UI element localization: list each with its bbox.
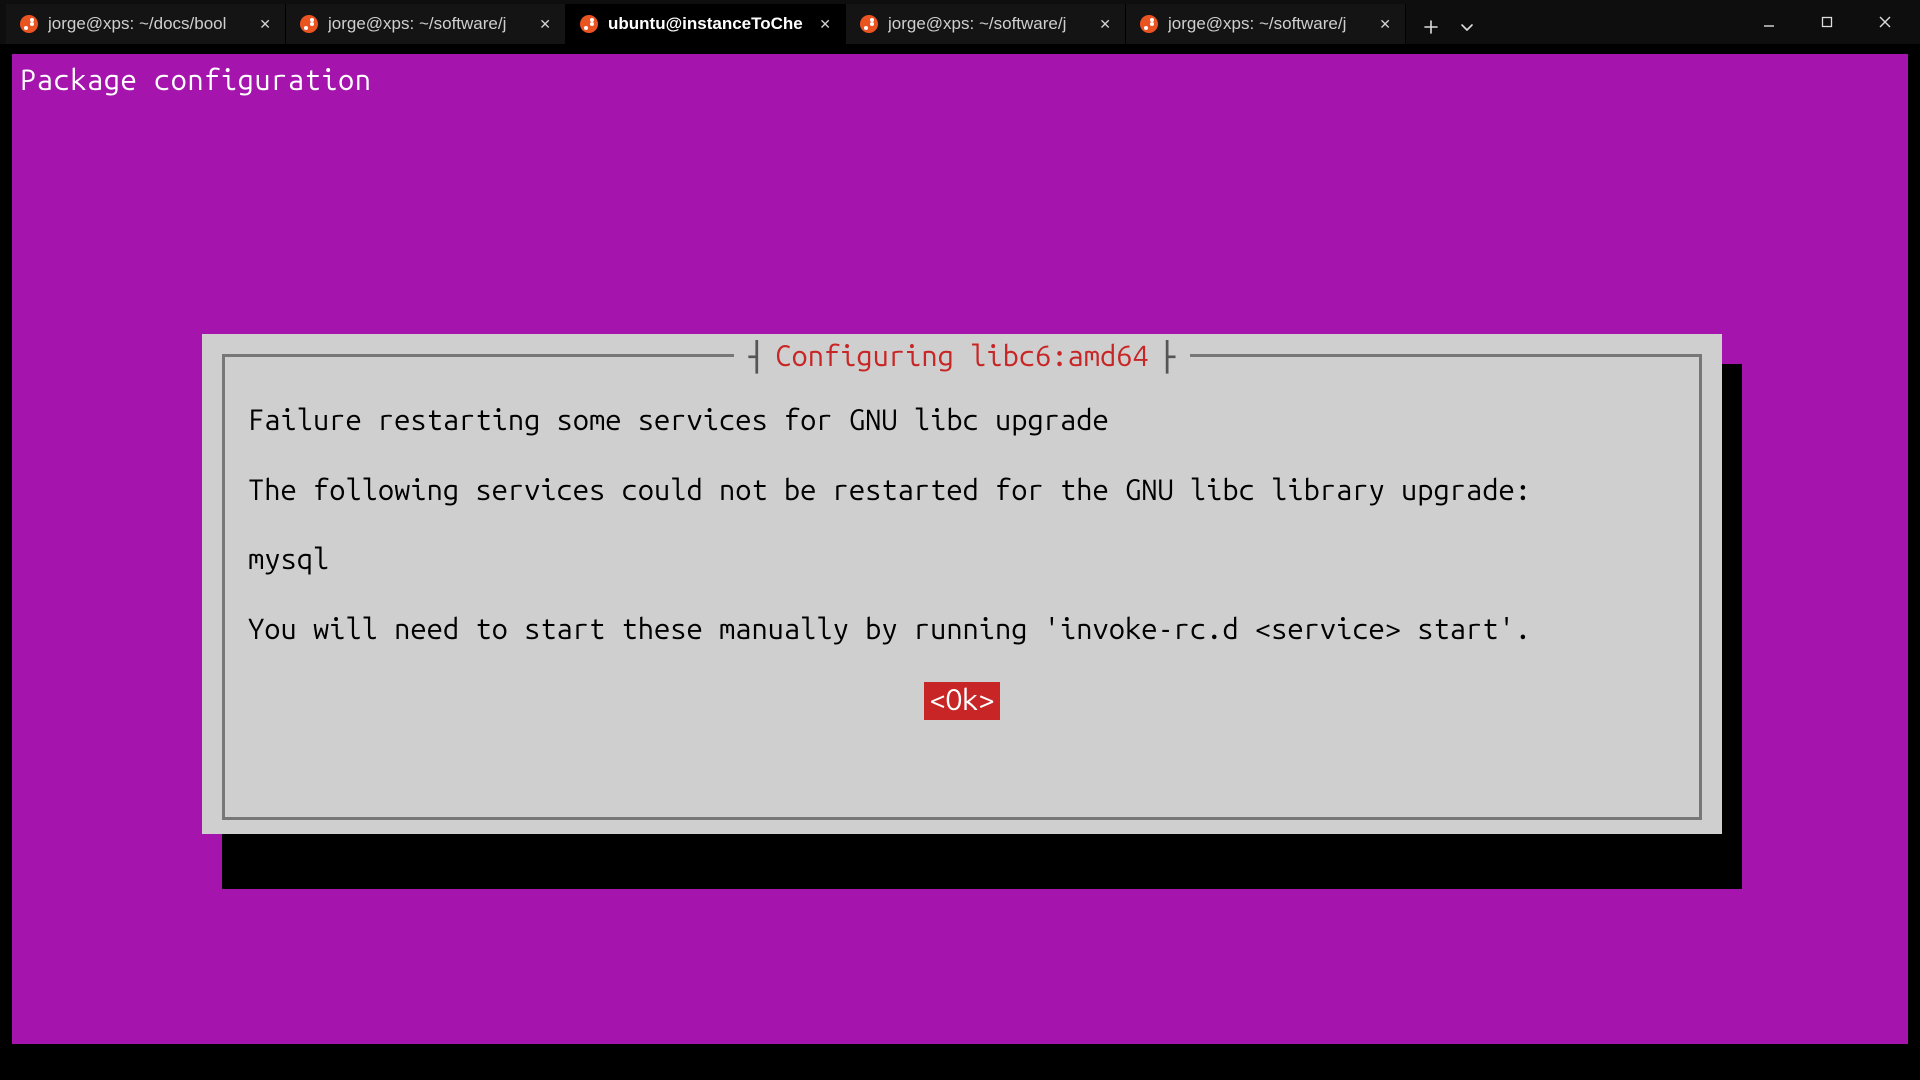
taskbar (0, 1056, 1920, 1080)
tab-dropdown-button[interactable] (1450, 10, 1484, 44)
ok-button[interactable]: <Ok> (924, 682, 1001, 720)
dialog-body: Failure restarting some services for GNU… (248, 402, 1676, 681)
window-controls (1740, 0, 1914, 44)
config-dialog: ┤ Configuring libc6:amd64 ├ Failure rest… (202, 334, 1722, 834)
dialog-line-2: mysql (248, 541, 1676, 579)
close-icon[interactable]: ✕ (259, 16, 271, 33)
ubuntu-icon (20, 15, 38, 33)
dialog-border-left (222, 356, 225, 820)
ubuntu-icon (1140, 15, 1158, 33)
dialog-title-text: Configuring libc6:amd64 (775, 338, 1149, 376)
tab-strip: jorge@xps: ~/docs/bool ✕ jorge@xps: ~/so… (6, 0, 1740, 44)
tab-1[interactable]: jorge@xps: ~/software/j ✕ (286, 4, 566, 44)
new-tab-button[interactable] (1414, 10, 1448, 44)
tab-title: ubuntu@instanceToChe (608, 14, 809, 34)
close-icon[interactable]: ✕ (1379, 16, 1391, 33)
tab-0[interactable]: jorge@xps: ~/docs/bool ✕ (6, 4, 286, 44)
dialog-title-wrap: ┤ Configuring libc6:amd64 ├ (202, 338, 1722, 376)
tab-4[interactable]: jorge@xps: ~/software/j ✕ (1126, 4, 1406, 44)
title-bracket-left: ┤ (748, 342, 765, 372)
dialog-title: ┤ Configuring libc6:amd64 ├ (734, 338, 1189, 376)
close-icon[interactable]: ✕ (539, 16, 551, 33)
tab-controls (1406, 10, 1484, 44)
tab-title: jorge@xps: ~/software/j (328, 14, 529, 34)
dialog-line-0: Failure restarting some services for GNU… (248, 402, 1676, 440)
close-window-button[interactable] (1856, 0, 1914, 44)
maximize-button[interactable] (1798, 0, 1856, 44)
ubuntu-icon (580, 15, 598, 33)
terminal-surface[interactable]: Package configuration ┤ Configuring libc… (12, 54, 1908, 1044)
tab-2[interactable]: ubuntu@instanceToChe ✕ (566, 4, 846, 44)
minimize-button[interactable] (1740, 0, 1798, 44)
tab-title: jorge@xps: ~/software/j (1168, 14, 1369, 34)
terminal-viewport: Package configuration ┤ Configuring libc… (0, 44, 1920, 1056)
dialog-border-bottom (222, 817, 1702, 820)
ubuntu-icon (300, 15, 318, 33)
dialog-line-3: You will need to start these manually by… (248, 611, 1676, 649)
tab-3[interactable]: jorge@xps: ~/software/j ✕ (846, 4, 1126, 44)
dialog-line-1: The following services could not be rest… (248, 472, 1676, 510)
dialog-ok-wrap: <Ok> (202, 682, 1722, 720)
page-header: Package configuration (20, 62, 372, 100)
window-titlebar: jorge@xps: ~/docs/bool ✕ jorge@xps: ~/so… (0, 0, 1920, 44)
dialog-border-right (1699, 356, 1702, 820)
close-icon[interactable]: ✕ (1099, 16, 1111, 33)
close-icon[interactable]: ✕ (819, 16, 831, 33)
title-bracket-right: ├ (1159, 342, 1176, 372)
tab-title: jorge@xps: ~/software/j (888, 14, 1089, 34)
tab-title: jorge@xps: ~/docs/bool (48, 14, 249, 34)
ubuntu-icon (860, 15, 878, 33)
